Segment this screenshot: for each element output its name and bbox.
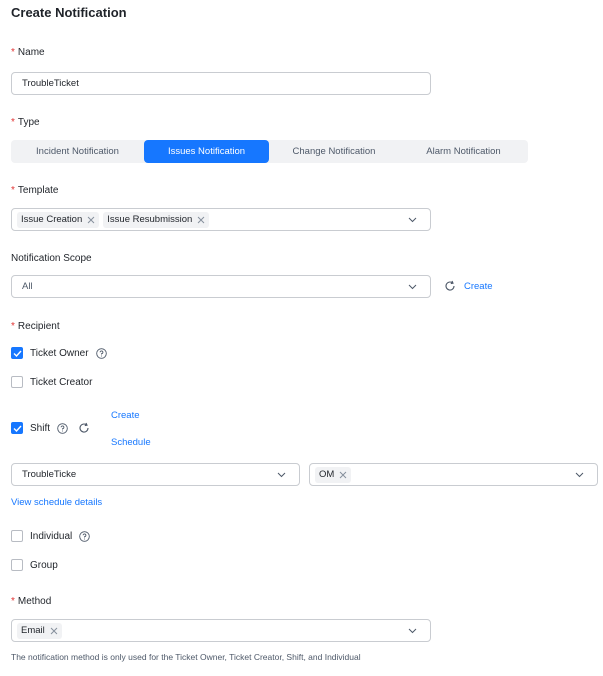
ticket-owner-label: Ticket Owner <box>30 347 89 359</box>
method-label-text: Method <box>17 596 52 607</box>
name-label-text: Name <box>17 47 45 58</box>
refresh-icon[interactable] <box>444 280 456 292</box>
ticket-creator-checkbox[interactable] <box>11 376 23 388</box>
required-mark: * <box>11 321 15 332</box>
required-mark: * <box>11 185 15 196</box>
remove-tag-icon[interactable] <box>339 471 347 479</box>
template-tag: Issue Creation <box>17 211 100 228</box>
required-mark: * <box>11 47 15 58</box>
type-segmented-control: Incident Notification Issues Notificatio… <box>11 140 528 163</box>
individual-option[interactable]: Individual <box>11 530 91 542</box>
shift-role-tag-label: OM <box>319 469 335 480</box>
template-select[interactable]: Issue Creation Issue Resubmission <box>11 208 431 231</box>
group-checkbox[interactable] <box>11 559 23 571</box>
group-option[interactable]: Group <box>11 559 58 571</box>
chevron-down-icon[interactable] <box>277 470 286 479</box>
scope-select-value: All <box>22 281 33 292</box>
method-label: * Method <box>11 596 51 607</box>
ticket-owner-checkbox[interactable] <box>11 347 23 359</box>
template-label: * Template <box>11 185 58 196</box>
method-tag-label: Email <box>21 625 45 636</box>
method-select[interactable]: Email <box>11 619 431 642</box>
recipient-label-text: Recipient <box>17 321 60 332</box>
type-option-issues[interactable]: Issues Notification <box>144 140 269 163</box>
recipient-label: * Recipient <box>11 321 60 332</box>
name-label: * Name <box>11 47 45 58</box>
template-tag: Issue Resubmission <box>103 211 210 228</box>
method-tag: Email <box>17 622 62 639</box>
chevron-down-icon[interactable] <box>408 626 417 635</box>
chevron-down-icon[interactable] <box>408 282 417 291</box>
required-mark: * <box>11 596 15 607</box>
scope-select[interactable]: All <box>11 275 431 298</box>
shift-create-link[interactable]: Create <box>111 410 140 421</box>
required-mark: * <box>11 117 15 128</box>
shift-role-select[interactable]: OM <box>309 463 598 486</box>
remove-tag-icon[interactable] <box>50 627 58 635</box>
ticket-creator-option[interactable]: Ticket Creator <box>11 376 92 388</box>
remove-tag-icon[interactable] <box>197 216 205 224</box>
type-option-incident[interactable]: Incident Notification <box>11 140 144 163</box>
individual-checkbox[interactable] <box>11 530 23 542</box>
group-label: Group <box>30 559 58 571</box>
shift-checkbox[interactable] <box>11 422 23 434</box>
chevron-down-icon[interactable] <box>575 470 584 479</box>
name-input-value: TroubleTicket <box>22 78 79 89</box>
shift-label: Shift <box>30 422 51 434</box>
scope-create-link[interactable]: Create <box>464 281 493 292</box>
help-icon[interactable] <box>95 347 107 359</box>
type-label: * Type <box>11 117 40 128</box>
shift-schedule-link[interactable]: Schedule <box>111 437 151 448</box>
refresh-icon[interactable] <box>78 422 90 434</box>
type-option-alarm[interactable]: Alarm Notification <box>399 140 528 163</box>
scope-label: Notification Scope <box>11 253 92 264</box>
scope-create-action[interactable]: Create <box>444 280 493 292</box>
shift-role-tag: OM <box>315 466 352 483</box>
individual-label: Individual <box>30 530 73 542</box>
type-option-change[interactable]: Change Notification <box>269 140 399 163</box>
method-hint: The notification method is only used for… <box>11 652 361 662</box>
type-label-text: Type <box>17 117 40 128</box>
shift-select[interactable]: TroubleTicke <box>11 463 300 486</box>
template-label-text: Template <box>17 185 59 196</box>
page-title: Create Notification <box>11 5 127 20</box>
ticket-creator-label: Ticket Creator <box>30 376 93 388</box>
template-tag-label: Issue Resubmission <box>107 214 193 225</box>
view-schedule-details-link[interactable]: View schedule details <box>11 497 102 508</box>
chevron-down-icon[interactable] <box>408 215 417 224</box>
remove-tag-icon[interactable] <box>87 216 95 224</box>
name-input[interactable]: TroubleTicket <box>11 72 431 95</box>
help-icon[interactable] <box>79 530 91 542</box>
template-tag-label: Issue Creation <box>21 214 83 225</box>
shift-select-value: TroubleTicke <box>22 469 77 480</box>
shift-option[interactable]: Shift <box>11 422 90 434</box>
help-icon[interactable] <box>57 422 68 434</box>
ticket-owner-option[interactable]: Ticket Owner <box>11 347 107 359</box>
